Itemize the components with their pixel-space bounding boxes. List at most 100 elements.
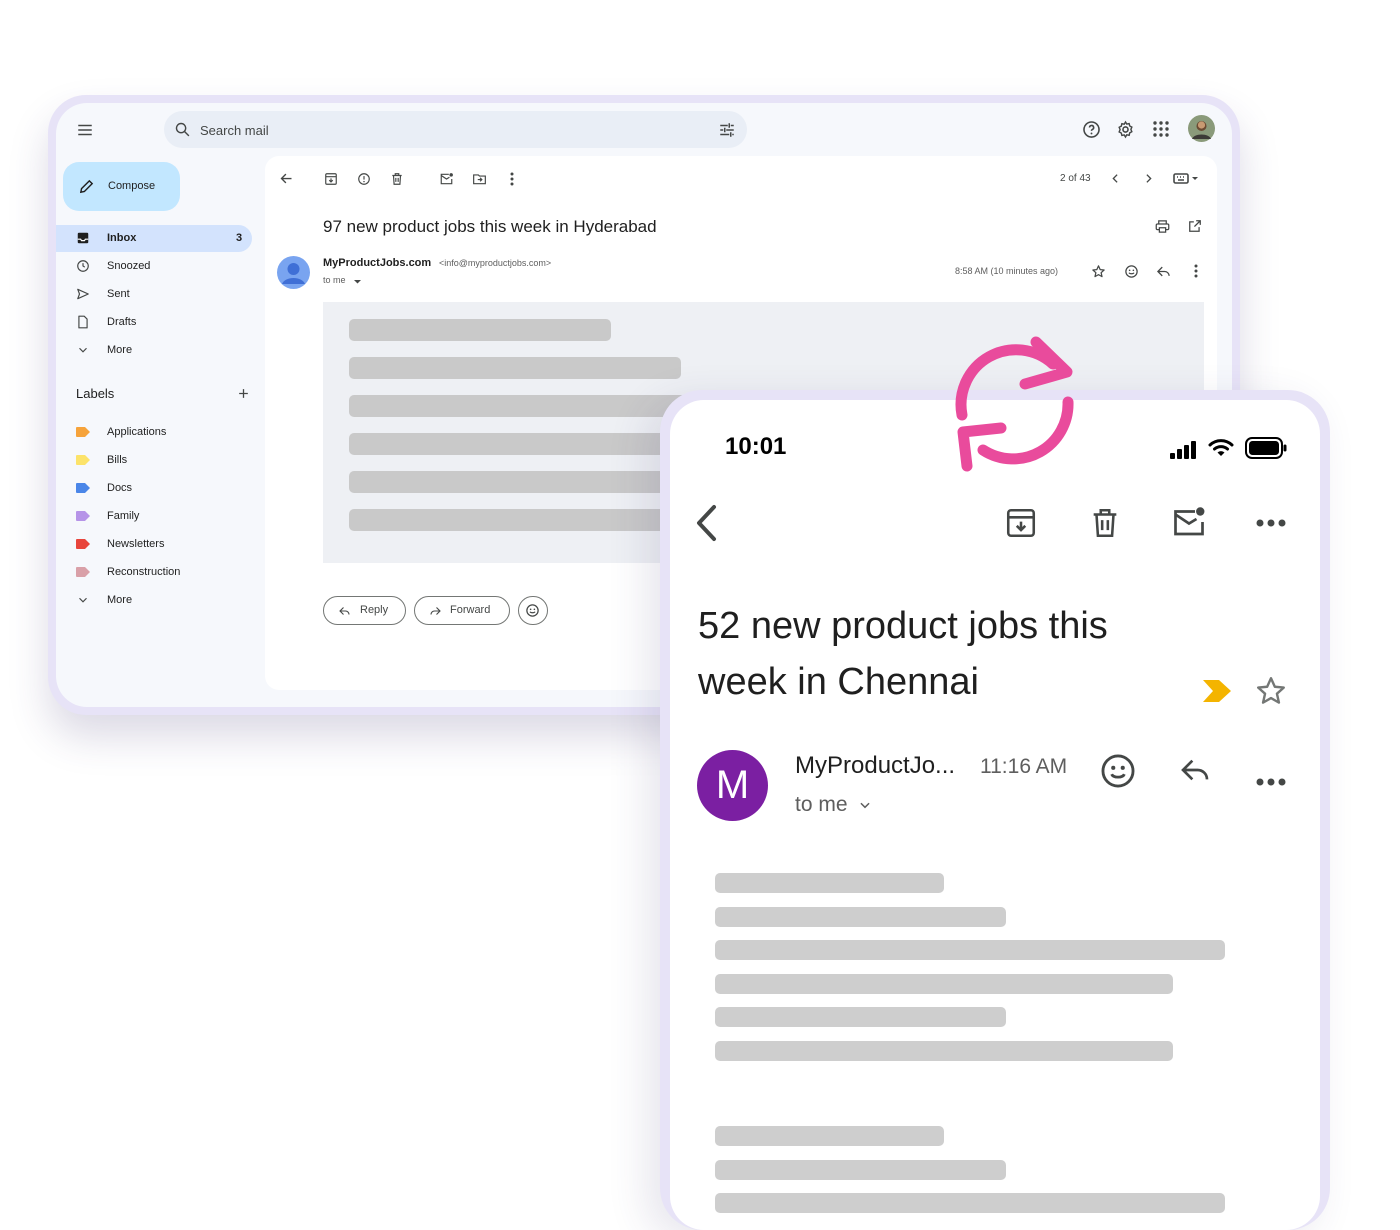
avatar-letter: M xyxy=(715,763,750,807)
back-arrow-icon[interactable] xyxy=(279,171,294,186)
label-item-applications[interactable]: Applications xyxy=(56,418,252,445)
apps-grid-icon[interactable] xyxy=(1153,121,1169,137)
keyboard-input-icon[interactable] xyxy=(1173,172,1199,185)
text-line-placeholder xyxy=(715,974,1173,994)
mark-unread-icon[interactable] xyxy=(1170,504,1208,540)
archive-icon[interactable] xyxy=(324,172,338,186)
search-bar[interactable] xyxy=(164,111,747,150)
label-tag-icon xyxy=(76,483,90,493)
star-icon[interactable] xyxy=(1091,264,1106,279)
label-item-docs[interactable]: Docs xyxy=(56,474,252,501)
recipient-label: to me xyxy=(323,275,346,285)
label-item-reconstruction[interactable]: Reconstruction xyxy=(56,558,252,585)
wifi-icon xyxy=(1208,438,1234,458)
reply-label: Reply xyxy=(360,604,389,616)
text-line-placeholder xyxy=(715,1041,1173,1061)
nav-item-snoozed[interactable]: Snoozed xyxy=(56,253,252,280)
nav-item-sent[interactable]: Sent xyxy=(56,281,252,308)
text-line-placeholder xyxy=(715,940,1225,960)
label-tag-icon xyxy=(76,539,90,549)
emoji-reaction-button[interactable] xyxy=(518,596,548,625)
add-label-plus-icon[interactable] xyxy=(237,387,250,400)
label-name: Bills xyxy=(107,454,128,466)
nav-sent-label: Sent xyxy=(107,288,130,300)
pagination-count: 2 of 43 xyxy=(1060,173,1091,184)
email-received-time: 11:16 AM xyxy=(980,755,1068,778)
move-to-folder-icon[interactable] xyxy=(472,172,487,186)
delete-trash-icon[interactable] xyxy=(1088,506,1122,540)
text-line-placeholder xyxy=(715,873,944,893)
battery-icon xyxy=(1245,437,1287,459)
message-more-vertical-icon[interactable] xyxy=(1192,264,1200,278)
mobile-gmail-device: 10:01 52 new product jobs this week in C… xyxy=(660,390,1330,1230)
emoji-react-icon[interactable] xyxy=(1124,264,1139,279)
nav-drafts-label: Drafts xyxy=(107,316,137,328)
text-line-placeholder xyxy=(349,357,681,379)
main-menu-icon[interactable] xyxy=(76,121,94,139)
send-icon xyxy=(76,287,90,301)
label-name: Applications xyxy=(107,426,167,438)
text-line-placeholder xyxy=(715,907,1006,927)
message-more-horizontal-icon[interactable] xyxy=(1256,777,1286,787)
search-input[interactable] xyxy=(198,111,682,150)
sender-email: <info@myproductjobs.com> xyxy=(439,258,552,268)
archive-icon[interactable] xyxy=(1004,506,1038,540)
recipient-details-caret-icon[interactable] xyxy=(353,277,362,286)
label-name: Reconstruction xyxy=(107,566,181,578)
print-icon[interactable] xyxy=(1155,219,1170,234)
help-icon[interactable] xyxy=(1082,120,1101,139)
label-item-newsletters[interactable]: Newsletters xyxy=(56,530,252,557)
pencil-icon xyxy=(78,178,95,195)
inbox-unread-count: 3 xyxy=(236,232,243,244)
text-line-placeholder xyxy=(715,1126,944,1146)
more-horizontal-icon[interactable] xyxy=(1256,518,1286,528)
reply-button[interactable]: Reply xyxy=(323,596,406,625)
nav-inbox-label: Inbox xyxy=(107,232,137,244)
labels-heading: Labels xyxy=(76,386,115,401)
account-avatar[interactable] xyxy=(1188,115,1215,142)
star-icon[interactable] xyxy=(1254,674,1288,708)
label-name: Docs xyxy=(107,482,133,494)
nav-item-inbox[interactable]: Inbox 3 xyxy=(56,225,252,252)
compose-button[interactable]: Compose xyxy=(63,162,180,211)
back-chevron-icon[interactable] xyxy=(694,504,720,542)
sync-arrows-icon xyxy=(945,332,1085,477)
label-tag-icon xyxy=(76,427,90,437)
compose-label: Compose xyxy=(108,180,156,192)
newer-chevron-left-icon[interactable] xyxy=(1109,172,1122,185)
cellular-signal-icon xyxy=(1170,441,1198,459)
email-subject: 52 new product jobs this week in Chennai xyxy=(698,605,1108,703)
reply-arrow-icon[interactable] xyxy=(1156,264,1171,279)
open-in-new-window-icon[interactable] xyxy=(1188,219,1202,233)
text-line-placeholder xyxy=(715,1160,1006,1180)
label-item-bills[interactable]: Bills xyxy=(56,446,252,473)
status-bar-time: 10:01 xyxy=(725,433,787,460)
sender-avatar xyxy=(277,256,310,289)
sender-avatar: M xyxy=(697,750,768,821)
delete-trash-icon[interactable] xyxy=(390,172,404,186)
label-item-family[interactable]: Family xyxy=(56,502,252,529)
settings-gear-icon[interactable] xyxy=(1116,120,1135,139)
older-chevron-right-icon[interactable] xyxy=(1142,172,1155,185)
report-spam-icon[interactable] xyxy=(357,172,371,186)
importance-marker-icon[interactable] xyxy=(1203,680,1231,702)
labels-more[interactable]: More xyxy=(56,586,252,613)
forward-button[interactable]: Forward xyxy=(414,596,510,625)
chevron-down-icon[interactable] xyxy=(858,798,872,812)
search-icon[interactable] xyxy=(174,121,191,138)
forward-arrow-icon xyxy=(429,605,442,617)
emoji-react-icon[interactable] xyxy=(1099,752,1137,790)
nav-more-label: More xyxy=(107,344,133,356)
sender-name: MyProductJo... xyxy=(795,752,956,779)
mark-unread-icon[interactable] xyxy=(439,172,454,186)
nav-item-more[interactable]: More xyxy=(56,337,252,364)
email-received-time: 8:58 AM (10 minutes ago) xyxy=(955,266,1059,276)
label-tag-icon xyxy=(76,511,90,521)
reply-arrow-icon[interactable] xyxy=(1178,754,1212,786)
email-subject: 97 new product jobs this week in Hyderab… xyxy=(323,217,657,236)
more-options-vertical-icon[interactable] xyxy=(508,172,516,186)
nav-item-drafts[interactable]: Drafts xyxy=(56,309,252,336)
chevron-down-icon xyxy=(76,343,90,357)
search-options-icon[interactable] xyxy=(718,121,736,139)
text-line-placeholder xyxy=(715,1193,1225,1213)
